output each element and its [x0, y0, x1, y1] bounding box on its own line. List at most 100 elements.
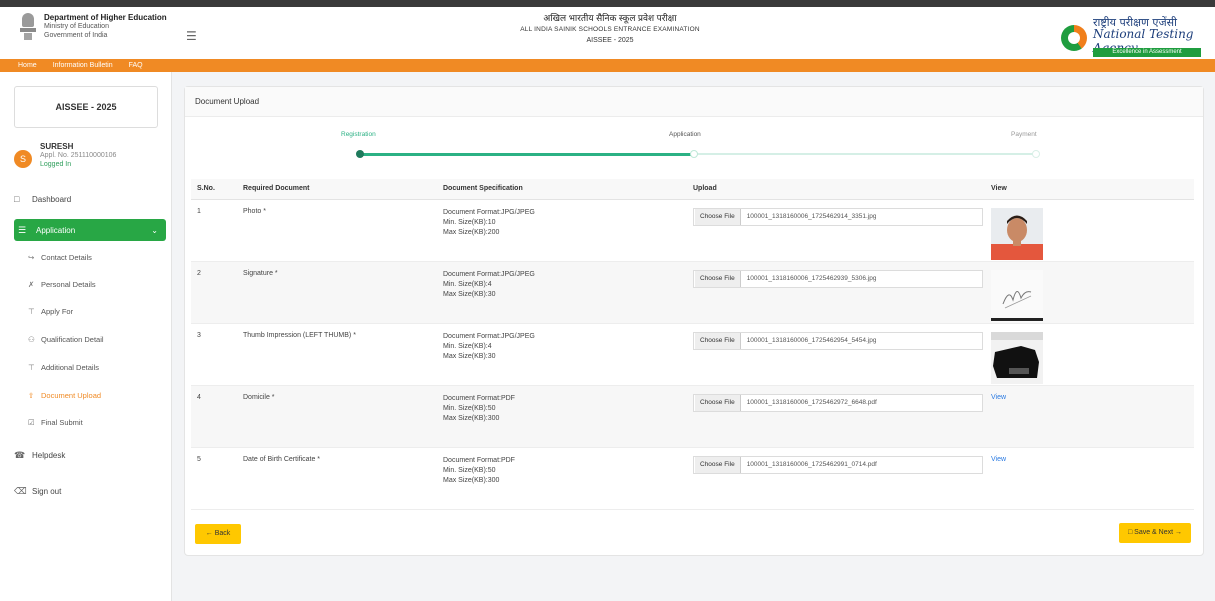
- step-payment-dot: [1032, 150, 1040, 158]
- view-link[interactable]: View: [991, 456, 1006, 463]
- user-name: SURESH: [40, 142, 74, 151]
- photo-thumbnail[interactable]: [991, 207, 1043, 260]
- cell-view: View: [985, 447, 1194, 510]
- cell-document-name: Thumb Impression (LEFT THUMB) *: [237, 323, 437, 386]
- sidebar-item-application[interactable]: ☰ Application ⌄: [14, 219, 166, 241]
- sidebar-item-label: Helpdesk: [32, 450, 66, 460]
- sidebar-item-label: Dashboard: [32, 194, 72, 204]
- progress-track-completed: [360, 153, 694, 156]
- thumb-impression-thumbnail[interactable]: [991, 331, 1043, 384]
- sidebar-item-apply-for[interactable]: ⊤ Apply For: [28, 301, 168, 321]
- sidebar-item-final-submit[interactable]: ☑ Final Submit: [28, 412, 168, 432]
- file-name: 100001_1318160006_1725462939_5306.jpg: [746, 275, 877, 282]
- nav-home[interactable]: Home: [18, 62, 37, 69]
- exam-title-hindi: अखिल भारतीय सैनिक स्कूल प्रवेश परीक्षा: [543, 13, 677, 23]
- sidebar-item-personal-details[interactable]: ✗ Personal Details: [28, 274, 168, 294]
- spec-max-size: Max Size(KB):300: [443, 414, 500, 422]
- sidebar-item-signout[interactable]: ⌫ Sign out: [14, 480, 166, 502]
- choose-file-button[interactable]: Choose File: [695, 208, 741, 225]
- sidebar-item-additional-details[interactable]: ⊤ Additional Details: [28, 357, 168, 377]
- progress-stepper: Registration Application Payment: [185, 117, 1203, 167]
- sidebar-item-helpdesk[interactable]: ☎ Helpdesk: [14, 444, 166, 466]
- spec-format: Document Format:JPG/JPEG: [443, 332, 535, 340]
- cell-sno: 2: [191, 261, 237, 324]
- nav-faq[interactable]: FAQ: [129, 62, 143, 69]
- cell-upload: Choose File 100001_1318160006_1725462972…: [687, 385, 985, 448]
- cell-sno: 5: [191, 447, 237, 510]
- step-registration-dot: [356, 150, 364, 158]
- choose-file-button[interactable]: Choose File: [695, 332, 741, 349]
- cell-view: [985, 323, 1194, 386]
- step-application-label: Application: [669, 131, 701, 138]
- cell-specification: Document Format:JPG/JPEG Min. Size(KB):1…: [437, 199, 687, 262]
- contact-icon: ↪: [28, 252, 35, 262]
- progress-track-pending: [694, 153, 1036, 155]
- signature-thumbnail[interactable]: [991, 269, 1043, 322]
- sidebar: AISSEE - 2025 S SURESH Appl. No. 2511100…: [0, 72, 172, 601]
- exam-title: अखिल भारतीय सैनिक स्कूल प्रवेश परीक्षा A…: [460, 13, 760, 46]
- file-input[interactable]: Choose File 100001_1318160006_1725462991…: [693, 455, 983, 474]
- user-profile: S SURESH Appl. No. 251110000106 Logged I…: [14, 140, 164, 180]
- save-next-label: Save & Next: [1134, 529, 1174, 536]
- sidebar-item-label: Sign out: [32, 486, 62, 496]
- col-upload: Upload: [687, 179, 985, 200]
- dashboard-icon: □: [14, 194, 20, 204]
- cell-specification: Document Format:JPG/JPEG Min. Size(KB):4…: [437, 261, 687, 324]
- sidebar-item-label: Final Submit: [41, 417, 83, 427]
- cell-upload: Choose File 100001_1318160006_1725462954…: [687, 323, 985, 386]
- table-row: 3 Thumb Impression (LEFT THUMB) * Docume…: [191, 323, 1194, 386]
- nav-information-bulletin[interactable]: Information Bulletin: [53, 62, 113, 69]
- session-label: AISSEE - 2025: [14, 86, 158, 128]
- exam-session: AISSEE - 2025: [586, 37, 634, 44]
- table-header-row: S.No. Required Document Document Specifi…: [191, 179, 1194, 200]
- table-row: 2 Signature * Document Format:JPG/JPEG M…: [191, 261, 1194, 324]
- avatar: S: [14, 150, 32, 168]
- back-button[interactable]: ← Back: [195, 524, 241, 544]
- cell-document-name: Domicile *: [237, 385, 437, 448]
- file-input[interactable]: Choose File 100001_1318160006_1725462954…: [693, 331, 983, 350]
- table-row: 1 Photo * Document Format:JPG/JPEG Min. …: [191, 199, 1194, 262]
- sidebar-item-dashboard[interactable]: □ Dashboard: [14, 188, 166, 210]
- file-input[interactable]: Choose File 100001_1318160006_1725462972…: [693, 393, 983, 412]
- view-link[interactable]: View: [991, 394, 1006, 401]
- menu-toggle-icon[interactable]: ☰: [186, 29, 197, 43]
- top-header: Department of Higher Education Ministry …: [0, 0, 1215, 59]
- spec-format: Document Format:JPG/JPEG: [443, 270, 535, 278]
- sidebar-item-label: Apply For: [41, 306, 74, 316]
- file-input[interactable]: Choose File 100001_1318160006_1725462914…: [693, 207, 983, 226]
- sidebar-item-label: Qualification Detail: [41, 334, 104, 344]
- choose-file-button[interactable]: Choose File: [695, 456, 741, 473]
- ministry-logo: Department of Higher Education Ministry …: [18, 13, 167, 41]
- file-name: 100001_1318160006_1725462914_3351.jpg: [746, 213, 877, 220]
- sidebar-item-label: Document Upload: [41, 390, 102, 400]
- file-name: 100001_1318160006_1725462972_6648.pdf: [746, 399, 877, 406]
- sidebar-item-label: Additional Details: [41, 362, 99, 372]
- back-button-label: Back: [214, 530, 231, 537]
- spec-max-size: Max Size(KB):30: [443, 290, 496, 298]
- table-row: 5 Date of Birth Certificate * Document F…: [191, 447, 1194, 510]
- cell-document-name: Date of Birth Certificate *: [237, 447, 437, 510]
- application-icon: ☰: [18, 224, 27, 235]
- cell-sno: 1: [191, 199, 237, 262]
- sidebar-item-document-upload[interactable]: ⇧ Document Upload: [28, 385, 168, 405]
- phone-icon: ☎: [14, 449, 26, 460]
- govt-name: Government of India: [44, 32, 108, 39]
- col-view: View: [985, 179, 1194, 200]
- choose-file-button[interactable]: Choose File: [695, 270, 741, 287]
- user-status: Logged In: [40, 161, 72, 168]
- choose-file-button[interactable]: Choose File: [695, 394, 741, 411]
- page-title: Document Upload: [185, 87, 1203, 117]
- cell-view: [985, 199, 1194, 262]
- file-input[interactable]: Choose File 100001_1318160006_1725462939…: [693, 269, 983, 288]
- spec-min-size: Min. Size(KB):4: [443, 342, 492, 350]
- sidebar-item-contact-details[interactable]: ↪ Contact Details: [28, 247, 168, 267]
- cell-specification: Document Format:PDF Min. Size(KB):50 Max…: [437, 447, 687, 510]
- cell-upload: Choose File 100001_1318160006_1725462991…: [687, 447, 985, 510]
- sidebar-item-qualification-detail[interactable]: ⚇ Qualification Detail: [28, 329, 168, 349]
- save-next-button[interactable]: □ Save & Next →: [1119, 523, 1191, 543]
- step-registration-label: Registration: [341, 131, 376, 138]
- nta-emblem-icon: [1061, 25, 1087, 51]
- dept-name: Department of Higher Education: [44, 13, 167, 22]
- table-row: 4 Domicile * Document Format:PDF Min. Si…: [191, 385, 1194, 448]
- col-required-document: Required Document: [237, 179, 437, 200]
